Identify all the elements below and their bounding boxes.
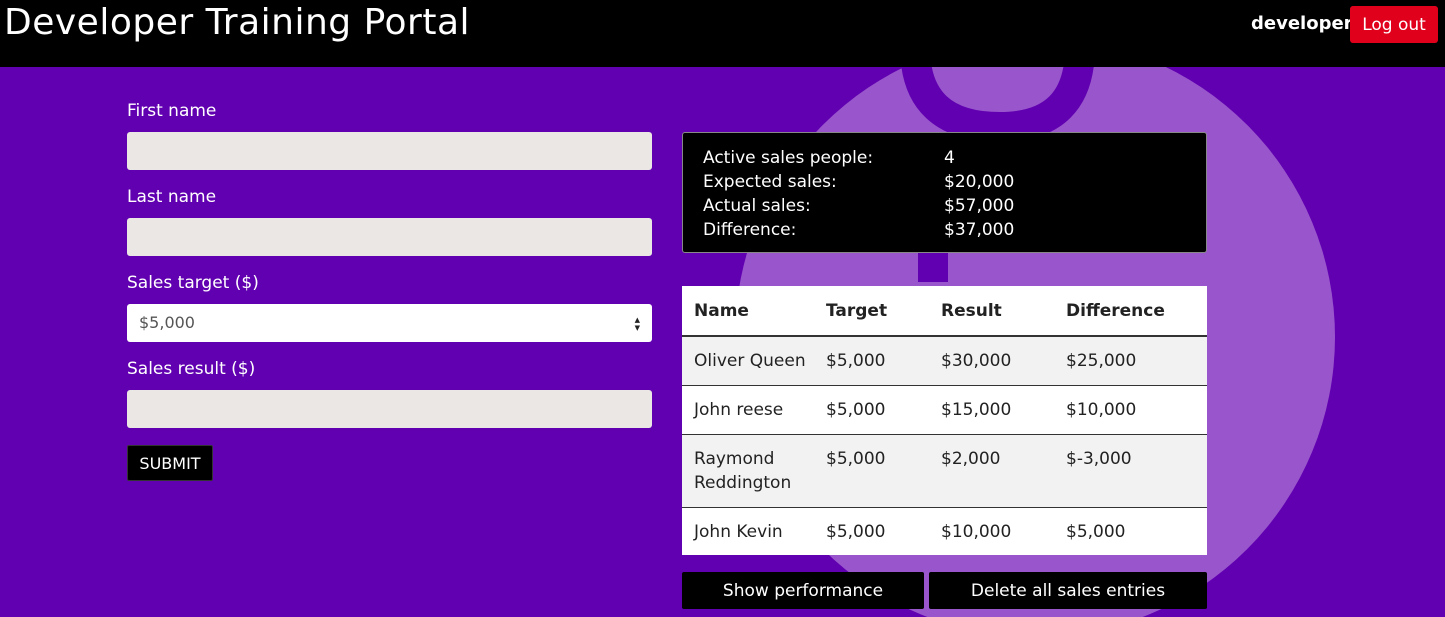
summary-value: $37,000 <box>944 220 1015 240</box>
cell-name: John Kevin <box>694 522 783 542</box>
sales-target-label: Sales target ($) <box>127 273 259 293</box>
cell-name: John reese <box>694 400 784 420</box>
first-name-input[interactable] <box>127 132 652 170</box>
cell-difference: $25,000 <box>1066 351 1137 371</box>
select-arrows-icon: ▲ ▼ <box>634 316 640 332</box>
last-name-label: Last name <box>127 187 217 207</box>
cell-result: $2,000 <box>941 449 1001 469</box>
column-header-name: Name <box>694 300 749 321</box>
first-name-label: First name <box>127 101 217 121</box>
summary-label: Active sales people: <box>703 148 874 168</box>
column-header-difference: Difference <box>1066 300 1165 321</box>
username: developer <box>1251 13 1353 34</box>
delete-all-entries-button[interactable]: Delete all sales entries <box>929 572 1207 609</box>
cell-result: $10,000 <box>941 522 1012 542</box>
show-performance-button[interactable]: Show performance <box>682 572 924 609</box>
summary-row: Expected sales: $20,000 <box>703 170 1186 194</box>
cell-name: Raymond Reddington <box>694 449 792 493</box>
cell-difference: $5,000 <box>1066 522 1126 542</box>
column-header-result: Result <box>941 300 1002 321</box>
table-row: John reese $5,000 $15,000 $10,000 <box>682 385 1207 434</box>
summary-value: 4 <box>944 148 955 168</box>
cell-target: $5,000 <box>826 449 886 469</box>
submit-button[interactable]: SUBMIT <box>127 445 213 481</box>
sales-target-value: $5,000 <box>139 313 195 332</box>
sales-table: Name Target Result Difference Oliver Que… <box>682 286 1207 555</box>
cell-target: $5,000 <box>826 351 886 371</box>
sales-result-input[interactable] <box>127 390 652 428</box>
summary-label: Difference: <box>703 220 797 240</box>
cell-difference: $-3,000 <box>1066 449 1132 469</box>
sales-summary-panel: Active sales people: 4 Expected sales: $… <box>682 132 1207 253</box>
column-header-target: Target <box>826 300 888 321</box>
cell-target: $5,000 <box>826 522 886 542</box>
cell-result: $15,000 <box>941 400 1012 420</box>
cell-difference: $10,000 <box>1066 400 1137 420</box>
cell-target: $5,000 <box>826 400 886 420</box>
summary-row: Difference: $37,000 <box>703 218 1186 242</box>
summary-value: $57,000 <box>944 196 1015 216</box>
summary-row: Active sales people: 4 <box>703 146 1186 170</box>
cell-name: Oliver Queen <box>694 351 806 371</box>
sales-result-label: Sales result ($) <box>127 359 256 379</box>
summary-row: Actual sales: $57,000 <box>703 194 1186 218</box>
last-name-input[interactable] <box>127 218 652 256</box>
table-row: Raymond Reddington $5,000 $2,000 $-3,000 <box>682 434 1207 507</box>
logout-button[interactable]: Log out <box>1350 6 1438 43</box>
summary-value: $20,000 <box>944 172 1015 192</box>
table-row: Oliver Queen $5,000 $30,000 $25,000 <box>682 336 1207 385</box>
cell-result: $30,000 <box>941 351 1012 371</box>
top-bar: Developer Training Portal developer Log … <box>0 0 1445 67</box>
summary-label: Actual sales: <box>703 196 811 216</box>
sales-target-select[interactable]: $5,000 ▲ ▼ <box>127 304 652 342</box>
summary-label: Expected sales: <box>703 172 837 192</box>
table-row: John Kevin $5,000 $10,000 $5,000 <box>682 507 1207 555</box>
app-title: Developer Training Portal <box>4 2 471 43</box>
table-header-row: Name Target Result Difference <box>682 286 1207 336</box>
